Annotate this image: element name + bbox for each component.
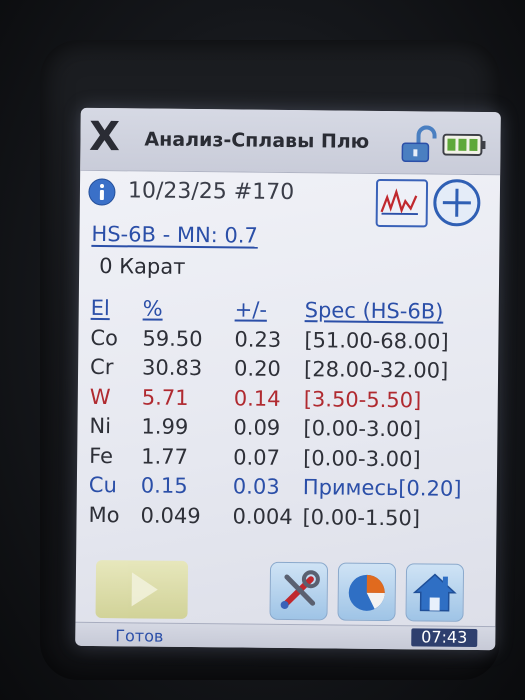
table-row: Mo 0.049 0.004 [0.00-1.50] — [76, 502, 496, 536]
error-cell: 0.09 — [233, 415, 281, 440]
unlocked-padlock-icon[interactable] — [398, 125, 438, 165]
tools-icon — [280, 570, 320, 609]
element-cell: Mo — [88, 502, 120, 527]
table-header: El % +/- Spec (HS-6B) — [79, 296, 499, 330]
column-header-spec[interactable]: Spec (HS-6B) — [305, 298, 444, 323]
error-cell: 0.20 — [233, 356, 281, 381]
spec-cell: [0.00-3.00] — [303, 416, 422, 442]
percent-cell: 1.99 — [141, 414, 189, 439]
error-cell: 0.004 — [232, 503, 293, 529]
element-cell: Cr — [89, 354, 114, 380]
grade-match-label[interactable]: HS-6B - MN: 0.7 — [91, 222, 258, 248]
title-bar: X Анализ-Сплавы Плю — [80, 107, 501, 176]
percent-cell: 5.71 — [141, 384, 189, 410]
table-row: Ni 1.99 0.09 [0.00-3.00] — [77, 414, 497, 448]
spectrum-chart-button[interactable] — [375, 178, 429, 228]
status-text: Готов — [115, 626, 164, 646]
error-cell: 0.23 — [234, 326, 282, 352]
device-screen: X Анализ-Сплавы Плю 10/23/25 #170 HS-6B … — [75, 107, 501, 651]
datetime-test-number: 10/23/25 #170 — [127, 178, 295, 206]
percent-cell: 0.15 — [140, 473, 188, 498]
status-bar: Готов 07:43 — [75, 621, 496, 651]
spec-cell: [0.00-1.50] — [302, 504, 421, 530]
table-row: Co 59.50 0.23 [51.00-68.00] — [78, 325, 498, 359]
spec-cell: [0.00-3.00] — [303, 445, 421, 471]
home-icon — [412, 573, 457, 612]
results-chart-button[interactable] — [337, 562, 397, 622]
table-row: Cr 30.83 0.20 [28.00-32.00] — [78, 355, 498, 389]
app-title: Анализ-Сплавы Плю — [144, 128, 370, 153]
karat-label: 0 Карат — [99, 254, 186, 279]
spec-cell: [51.00-68.00] — [304, 327, 449, 354]
spec-cell: Примесь[0.20] — [302, 475, 462, 501]
error-cell: 0.03 — [232, 474, 280, 499]
percent-cell: 59.50 — [142, 325, 203, 351]
percent-cell: 1.77 — [141, 443, 189, 469]
clock: 07:43 — [411, 627, 478, 647]
table-row: Fe 1.77 0.07 [0.00-3.00] — [77, 443, 497, 477]
composition-table: El % +/- Spec (HS-6B) Co 59.50 0.23 [51.… — [76, 296, 498, 536]
element-cell: W — [89, 384, 111, 409]
add-button[interactable] — [432, 177, 483, 228]
tools-button[interactable] — [269, 561, 329, 621]
spec-cell: [3.50-5.50] — [303, 386, 422, 412]
start-test-button[interactable] — [95, 560, 189, 619]
column-header-percent[interactable]: % — [143, 296, 163, 320]
element-cell: Co — [90, 325, 119, 350]
element-cell: Cu — [88, 472, 117, 498]
element-cell: Ni — [89, 413, 112, 439]
close-button[interactable]: X — [84, 114, 124, 160]
column-header-element[interactable]: El — [91, 296, 110, 320]
percent-cell: 30.83 — [141, 355, 203, 381]
line-chart-icon — [380, 188, 418, 215]
element-cell: Fe — [89, 443, 114, 468]
info-icon[interactable] — [88, 178, 116, 206]
home-button[interactable] — [405, 563, 465, 622]
error-cell: 0.14 — [233, 385, 281, 411]
battery-icon — [442, 133, 486, 156]
play-icon — [131, 572, 158, 607]
percent-cell: 0.049 — [140, 502, 201, 528]
error-cell: 0.07 — [233, 444, 281, 470]
pie-chart-icon — [348, 574, 385, 611]
table-row: W 5.71 0.14 [3.50-5.50] — [78, 384, 498, 418]
spec-cell: [28.00-32.00] — [303, 357, 449, 383]
column-header-error[interactable]: +/- — [235, 297, 267, 321]
table-row: Cu 0.15 0.03 Примесь[0.20] — [77, 473, 497, 507]
